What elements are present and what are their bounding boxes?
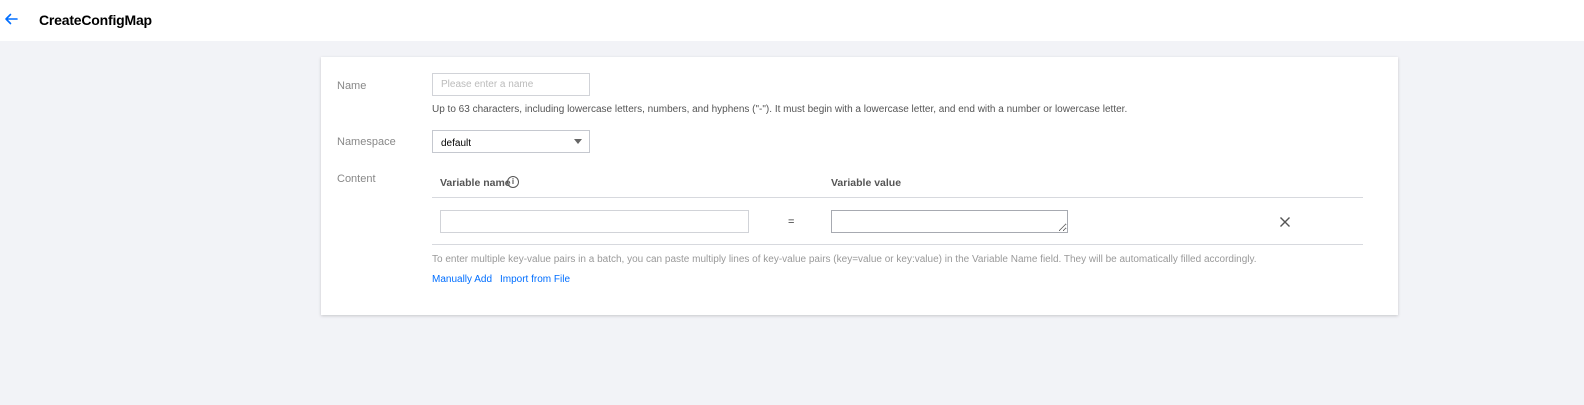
header-bar: CreateConfigMap: [0, 0, 1584, 41]
namespace-label: Namespace: [337, 136, 396, 148]
form-card: Name Up to 63 characters, including lowe…: [321, 57, 1398, 315]
batch-hint-text: To enter multiple key-value pairs in a b…: [432, 254, 1257, 265]
import-from-file-link[interactable]: Import from File: [500, 274, 570, 285]
manually-add-link[interactable]: Manually Add: [432, 274, 492, 285]
namespace-selected-value: default: [441, 138, 472, 149]
name-input[interactable]: [432, 73, 590, 96]
table-row-divider: [432, 244, 1363, 245]
variable-value-header: Variable value: [831, 177, 902, 189]
arrow-left-icon[interactable]: [3, 11, 19, 27]
variable-name-input[interactable]: [440, 210, 749, 233]
equals-sign: =: [788, 216, 795, 228]
table-header-divider: [432, 197, 1363, 198]
page-title: CreateConfigMap: [39, 12, 152, 28]
info-icon[interactable]: i: [507, 176, 519, 188]
name-help-text: Up to 63 characters, including lowercase…: [432, 104, 1128, 115]
variable-name-header: Variable name: [440, 177, 511, 189]
variable-value-textarea[interactable]: [831, 210, 1068, 233]
caret-down-icon: [574, 139, 582, 144]
close-icon[interactable]: [1279, 216, 1291, 228]
name-label: Name: [337, 80, 367, 92]
namespace-select[interactable]: default: [432, 130, 590, 153]
content-label: Content: [337, 173, 376, 185]
